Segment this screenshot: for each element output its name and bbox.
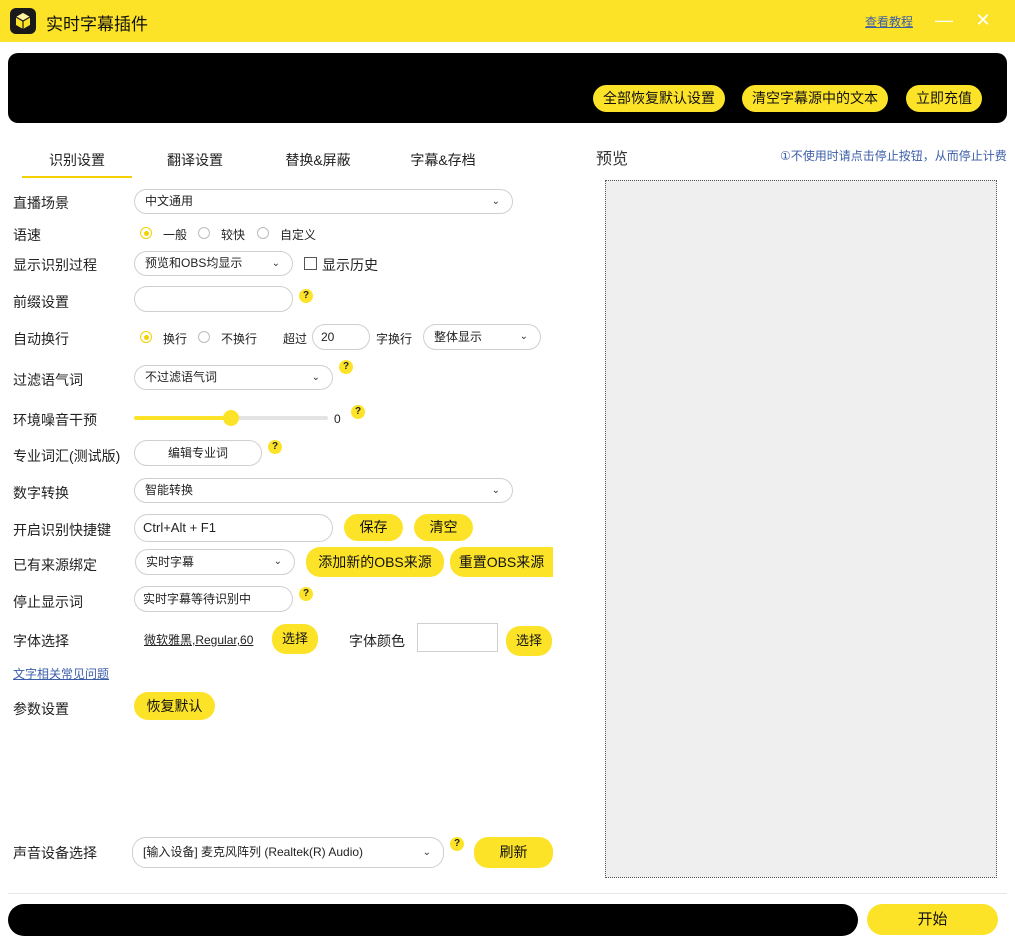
help-icon[interactable]: ? xyxy=(351,405,365,419)
font-color-choose-button[interactable]: 选择 xyxy=(506,626,552,656)
start-button[interactable]: 开始 xyxy=(867,904,998,935)
app-title: 实时字幕插件 xyxy=(46,15,148,34)
restore-default-button[interactable]: 恢复默认 xyxy=(134,692,215,720)
scene-label: 直播场景 xyxy=(13,195,69,211)
wrap-mode-value: 整体显示 xyxy=(434,330,483,344)
wrap-off-label: 不换行 xyxy=(221,332,258,346)
help-icon[interactable]: ? xyxy=(339,360,353,374)
help-icon[interactable]: ? xyxy=(450,837,464,851)
tab-replace-block[interactable]: 替换&屏蔽 xyxy=(263,150,373,178)
filter-label: 过滤语气词 xyxy=(13,372,83,388)
font-color-swatch[interactable] xyxy=(417,623,498,652)
source-select[interactable]: 实时字幕 ⌄ xyxy=(135,549,295,575)
font-value[interactable]: 微软雅黑,Regular,60 xyxy=(144,631,253,648)
prefix-label: 前缀设置 xyxy=(13,294,69,310)
font-faq-link[interactable]: 文字相关常见问题 xyxy=(13,665,109,682)
wrap-on-label: 换行 xyxy=(163,332,188,346)
speed-fast-radio[interactable] xyxy=(198,227,210,239)
noise-slider-fill xyxy=(134,416,231,420)
wrap-unit-label: 字换行 xyxy=(376,332,413,346)
show-history-checkbox[interactable] xyxy=(304,257,317,270)
chevron-down-icon: ⌄ xyxy=(271,258,280,269)
scene-select[interactable]: 中文通用 ⌄ xyxy=(134,189,513,214)
audio-device-value: [输入设备] 麦克风阵列 (Realtek(R) Audio) xyxy=(143,845,364,859)
clear-source-text-button[interactable]: 清空字幕源中的文本 xyxy=(742,85,888,112)
chevron-down-icon: ⌄ xyxy=(519,331,528,342)
bottom-status-bar xyxy=(8,904,858,936)
stop-text-input[interactable]: 实时字幕等待识别中 xyxy=(134,586,293,612)
chevron-down-icon: ⌄ xyxy=(491,485,500,496)
auto-wrap-label: 自动换行 xyxy=(13,331,69,347)
hotkey-label: 开启识别快捷键 xyxy=(13,522,111,538)
speed-custom-radio[interactable] xyxy=(257,227,269,239)
minimize-button[interactable]: — xyxy=(931,8,957,32)
preview-title: 预览 xyxy=(596,151,629,168)
stop-text-label: 停止显示词 xyxy=(13,594,83,610)
wrap-over-label: 超过 xyxy=(283,332,308,346)
tab-recognition[interactable]: 识别设置 xyxy=(22,150,132,178)
close-button[interactable]: ✕ xyxy=(970,8,996,32)
chevron-down-icon: ⌄ xyxy=(273,556,282,567)
source-label: 已有来源绑定 xyxy=(13,557,97,573)
speed-custom-label: 自定义 xyxy=(280,228,317,242)
filter-value: 不过滤语气词 xyxy=(145,370,218,384)
noise-label: 环境噪音干预 xyxy=(13,412,97,428)
number-label: 数字转换 xyxy=(13,485,69,501)
reset-obs-source-button[interactable]: 重置OBS来源 xyxy=(450,547,553,577)
preview-billing-note: ①不使用时请点击停止按钮，从而停止计费 xyxy=(780,149,1007,163)
wrap-on-radio[interactable] xyxy=(140,331,152,343)
speed-label: 语速 xyxy=(13,227,41,243)
top-banner: 全部恢复默认设置 清空字幕源中的文本 立即充值 xyxy=(8,53,1007,123)
vocab-label: 专业词汇(测试版) xyxy=(13,448,121,464)
recharge-button[interactable]: 立即充值 xyxy=(906,85,982,112)
hotkey-input[interactable]: Ctrl+Alt + F1 xyxy=(134,514,333,542)
preview-area xyxy=(605,180,997,878)
tutorial-link[interactable]: 查看教程 xyxy=(865,13,913,30)
app-cube-icon xyxy=(10,8,36,34)
chevron-down-icon: ⌄ xyxy=(491,196,500,207)
wrap-count-input[interactable]: 20 xyxy=(312,324,370,350)
font-color-label: 字体颜色 xyxy=(349,633,405,649)
refresh-device-button[interactable]: 刷新 xyxy=(474,837,553,868)
help-icon[interactable]: ? xyxy=(299,587,313,601)
filter-select[interactable]: 不过滤语气词 ⌄ xyxy=(134,365,333,390)
show-process-label: 显示识别过程 xyxy=(13,257,97,273)
wrap-mode-select[interactable]: 整体显示 ⌄ xyxy=(423,324,541,350)
prefix-input[interactable] xyxy=(134,286,293,312)
audio-device-select[interactable]: [输入设备] 麦克风阵列 (Realtek(R) Audio) ⌄ xyxy=(132,837,444,868)
title-bar xyxy=(0,0,1015,42)
font-label: 字体选择 xyxy=(13,633,69,649)
bottom-divider xyxy=(8,893,1007,894)
show-process-value: 预览和OBS均显示 xyxy=(145,256,243,270)
font-choose-button[interactable]: 选择 xyxy=(272,624,318,654)
chevron-down-icon: ⌄ xyxy=(422,847,431,858)
hotkey-clear-button[interactable]: 清空 xyxy=(414,514,473,541)
add-obs-source-button[interactable]: 添加新的OBS来源 xyxy=(306,547,444,577)
reset-all-button[interactable]: 全部恢复默认设置 xyxy=(593,85,725,112)
hotkey-save-button[interactable]: 保存 xyxy=(344,514,403,541)
speed-normal-radio[interactable] xyxy=(140,227,152,239)
noise-value: 0 xyxy=(334,412,341,426)
wrap-off-radio[interactable] xyxy=(198,331,210,343)
chevron-down-icon: ⌄ xyxy=(311,372,320,383)
speed-normal-label: 一般 xyxy=(163,228,188,242)
help-icon[interactable]: ? xyxy=(299,289,313,303)
show-history-label: 显示历史 xyxy=(322,257,378,273)
tab-translation[interactable]: 翻译设置 xyxy=(140,150,250,178)
help-icon[interactable]: ? xyxy=(268,440,282,454)
speed-fast-label: 较快 xyxy=(221,228,246,242)
show-process-select[interactable]: 预览和OBS均显示 ⌄ xyxy=(134,251,293,276)
audio-device-label: 声音设备选择 xyxy=(13,845,97,861)
number-value: 智能转换 xyxy=(145,483,194,497)
edit-vocab-button[interactable]: 编辑专业词 xyxy=(134,440,262,466)
scene-value: 中文通用 xyxy=(145,194,194,208)
number-select[interactable]: 智能转换 ⌄ xyxy=(134,478,513,503)
source-value: 实时字幕 xyxy=(146,555,195,569)
tab-subtitle-archive[interactable]: 字幕&存档 xyxy=(388,150,498,178)
noise-slider-thumb[interactable] xyxy=(223,410,239,426)
params-label: 参数设置 xyxy=(13,701,69,717)
